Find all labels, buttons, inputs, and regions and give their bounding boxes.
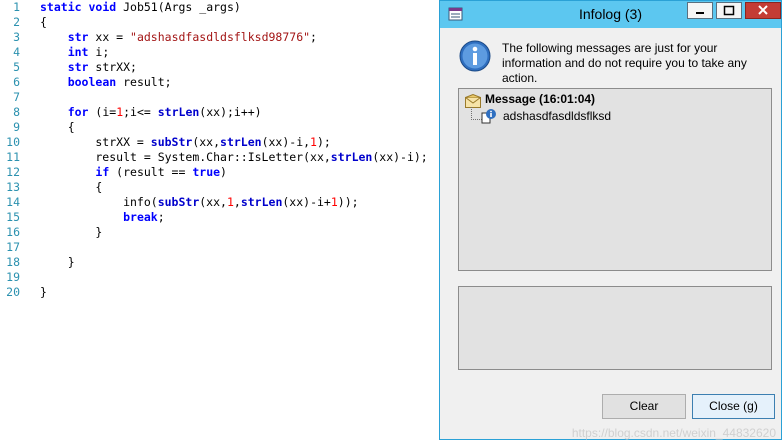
- line-number: 12: [6, 165, 20, 179]
- code-line: 14 info(subStr(xx,1,strLen(xx)-i+1));: [0, 195, 440, 210]
- envelope-icon: [465, 93, 481, 108]
- line-number: 7: [13, 90, 20, 104]
- code-line: 7: [0, 90, 440, 105]
- code-text: }: [40, 225, 103, 239]
- code-text: info(subStr(xx,1,strLen(xx)-i+1));: [40, 195, 359, 209]
- message-detail-panel[interactable]: [458, 286, 772, 370]
- line-number: 16: [6, 225, 20, 239]
- code-line: 12 if (result == true): [0, 165, 440, 180]
- code-text: int i;: [67, 45, 110, 59]
- message-tree[interactable]: Message (16:01:04) adshasdfasdldsflksd: [458, 88, 772, 271]
- line-number: 6: [13, 75, 20, 89]
- code-text: str xx = "adshasdfasdldsflksd98776";: [67, 30, 317, 44]
- code-text: result = System.Char::IsLetter(xx,strLen…: [40, 150, 428, 164]
- infolog-dialog: Infolog (3) The following messages are j…: [439, 0, 782, 440]
- code-line: 6 boolean result;: [0, 75, 440, 90]
- code-line: 20}: [0, 285, 440, 300]
- code-line: 1 static void Job51(Args _args): [0, 0, 440, 15]
- line-number: 17: [6, 240, 20, 254]
- code-line: 19: [0, 270, 440, 285]
- code-line: 9 {: [0, 120, 440, 135]
- line-number: 18: [6, 255, 20, 269]
- line-number: 15: [6, 210, 20, 224]
- code-line: 10 strXX = subStr(xx,strLen(xx)-i,1);: [0, 135, 440, 150]
- code-text: str strXX;: [67, 60, 137, 74]
- line-number: 8: [13, 105, 20, 119]
- close-window-button[interactable]: [745, 2, 781, 19]
- info-document-icon: [481, 108, 497, 124]
- line-number: 14: [6, 195, 20, 209]
- info-message-text: The following messages are just for your…: [502, 41, 747, 85]
- line-number: 9: [13, 120, 20, 134]
- code-text: break;: [123, 210, 165, 224]
- code-text: for (i=1;i<= strLen(xx);i++): [67, 105, 262, 119]
- code-line: 11 result = System.Char::IsLetter(xx,str…: [0, 150, 440, 165]
- maximize-button[interactable]: [716, 2, 742, 19]
- code-text: }: [40, 285, 47, 299]
- message-node-label[interactable]: Message (16:01:04): [485, 92, 595, 106]
- code-text: static void Job51(Args _args): [40, 0, 241, 14]
- code-line: 16 }: [0, 225, 440, 240]
- title-bar[interactable]: Infolog (3): [440, 1, 781, 28]
- line-number: 19: [6, 270, 20, 284]
- line-number: 13: [6, 180, 20, 194]
- code-line: 5 str strXX;: [0, 60, 440, 75]
- code-line: 15 break;: [0, 210, 440, 225]
- close-icon: [758, 5, 768, 15]
- code-text: }: [40, 255, 75, 269]
- panel-splitter[interactable]: [605, 275, 625, 290]
- minimize-button[interactable]: [687, 2, 713, 19]
- code-line: 13 {: [0, 180, 440, 195]
- code-text: {: [40, 120, 75, 134]
- information-icon: [458, 39, 492, 73]
- code-line: 4 int i;: [0, 45, 440, 60]
- maximize-icon: [723, 5, 735, 16]
- code-editor[interactable]: 1 static void Job51(Args _args) 2{ 3 str …: [0, 0, 440, 446]
- watermark: https://blog.csdn.net/weixin_44832620: [571, 426, 776, 440]
- code-line: 8 for (i=1;i<= strLen(xx);i++): [0, 105, 440, 120]
- minimize-icon: [696, 12, 704, 14]
- close-button[interactable]: Close (g): [692, 394, 775, 419]
- clear-button[interactable]: Clear: [602, 394, 686, 419]
- code-text: if (result == true): [95, 165, 227, 179]
- line-number: 5: [13, 60, 20, 74]
- line-number: 4: [13, 45, 20, 59]
- code-line: 17: [0, 240, 440, 255]
- line-number: 20: [6, 285, 20, 299]
- line-number: 10: [6, 135, 20, 149]
- message-child-label[interactable]: adshasdfasdldsflksd: [503, 109, 611, 123]
- line-number: 1: [13, 0, 20, 14]
- code-text: strXX = subStr(xx,strLen(xx)-i,1);: [40, 135, 331, 149]
- code-line: 18 }: [0, 255, 440, 270]
- line-number: 11: [6, 150, 20, 164]
- line-number: 2: [13, 15, 20, 29]
- code-text: boolean result;: [67, 75, 172, 89]
- code-text: {: [40, 180, 103, 194]
- code-line: 2{: [0, 15, 440, 30]
- line-number: 3: [13, 30, 20, 44]
- code-text: {: [40, 15, 47, 29]
- code-line: 3 str xx = "adshasdfasdldsflksd98776";: [0, 30, 440, 45]
